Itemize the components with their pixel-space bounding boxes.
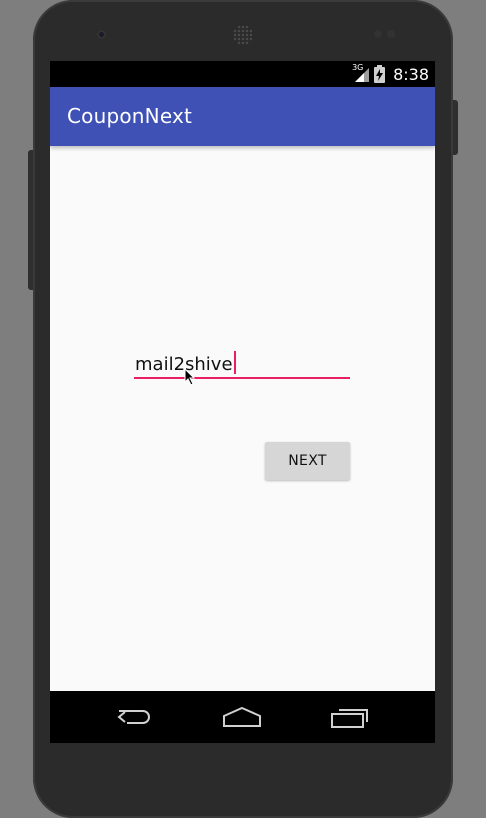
navigation-bar bbox=[50, 691, 435, 743]
app-bar: CouponNext bbox=[50, 87, 435, 146]
front-camera bbox=[97, 30, 106, 39]
home-icon[interactable] bbox=[221, 703, 263, 731]
device-screen: 3G 8:38 CouponNext mail2shive NEXT bbox=[50, 61, 435, 743]
app-title: CouponNext bbox=[67, 104, 193, 128]
status-time: 8:38 bbox=[393, 64, 429, 84]
next-button[interactable]: NEXT bbox=[265, 442, 350, 480]
battery-icon bbox=[374, 65, 386, 83]
back-icon[interactable] bbox=[114, 703, 156, 731]
email-input-underline bbox=[134, 377, 350, 379]
earpiece-speaker bbox=[233, 25, 253, 45]
recents-icon[interactable] bbox=[329, 703, 371, 731]
email-input[interactable]: mail2shive bbox=[134, 341, 350, 381]
proximity-sensor bbox=[374, 30, 382, 38]
status-bar: 3G 8:38 bbox=[50, 61, 435, 87]
text-caret bbox=[233, 351, 236, 374]
light-sensor bbox=[387, 30, 395, 38]
mouse-cursor-icon bbox=[184, 368, 196, 386]
signal-icon: 3G bbox=[352, 63, 370, 83]
